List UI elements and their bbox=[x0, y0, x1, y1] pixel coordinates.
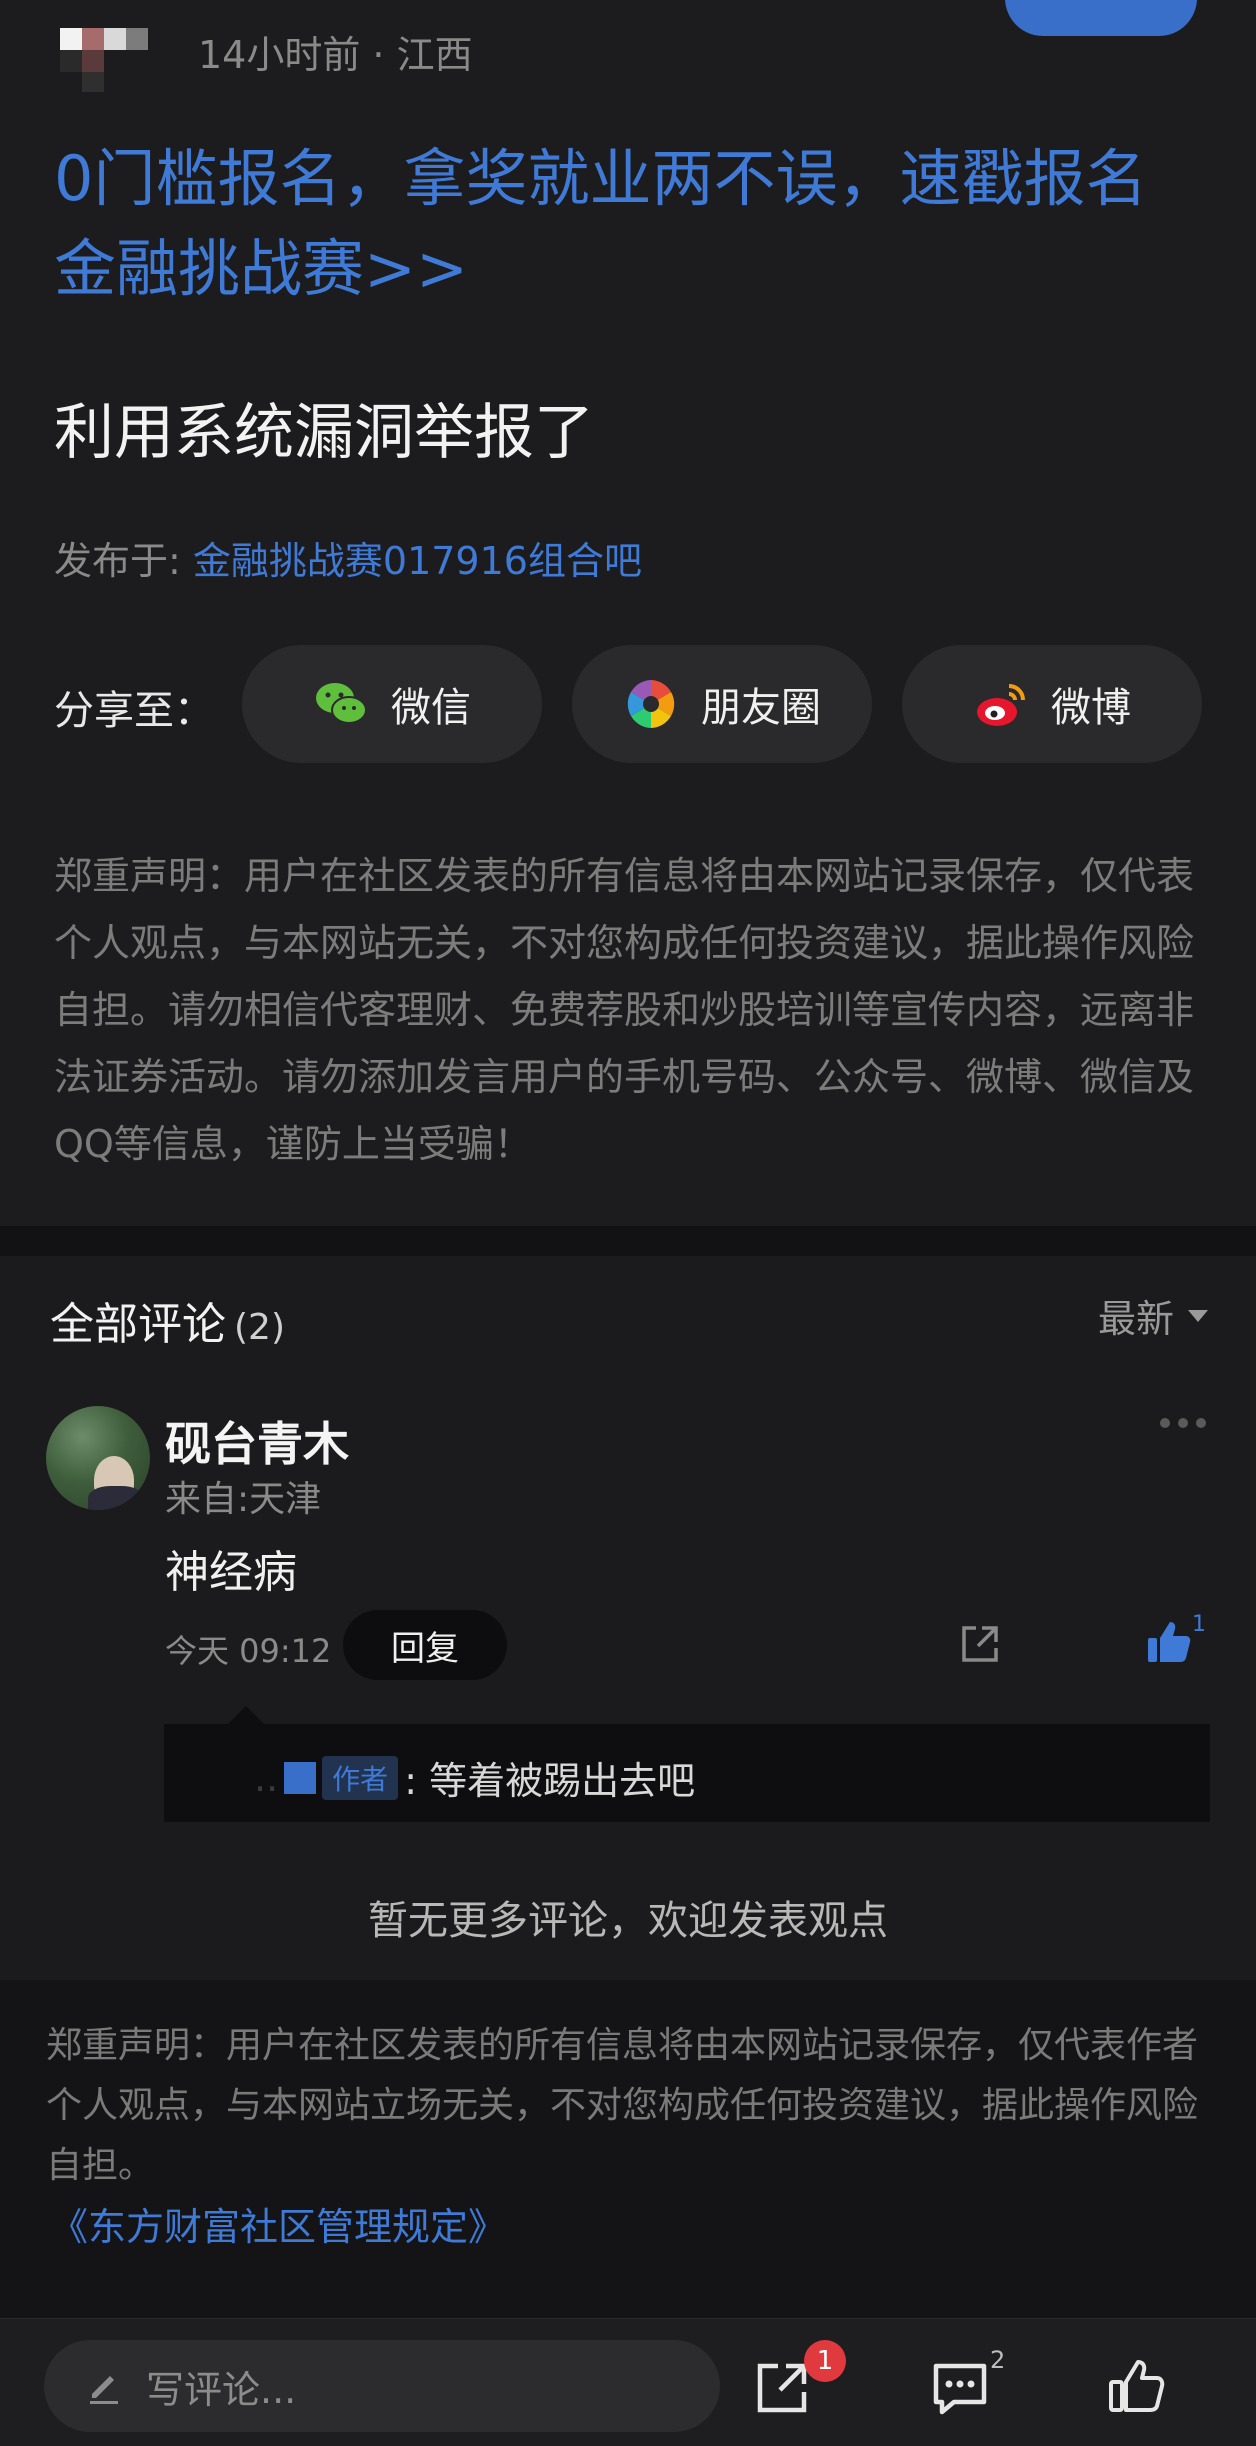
comment-time: 今天 09:12 bbox=[165, 1632, 332, 1670]
published-in: 发布于: 金融挑战赛017916组合吧 bbox=[54, 530, 642, 585]
wechat-icon bbox=[316, 683, 367, 724]
follow-button[interactable] bbox=[1005, 0, 1197, 36]
promo-link[interactable]: 0门槛报名，拿奖就业两不误，速戳报名金融挑战赛>> bbox=[54, 134, 1204, 314]
no-more-comments: 暂无更多评论，欢迎发表观点 bbox=[368, 1898, 888, 1944]
redacted-avatar bbox=[284, 1761, 317, 1794]
share-icon[interactable] bbox=[752, 2358, 812, 2418]
share-weibo-button[interactable]: 微博 bbox=[902, 645, 1202, 763]
author-avatar[interactable] bbox=[60, 28, 190, 92]
comment-count: 2 bbox=[990, 2346, 1006, 2374]
write-comment-placeholder: 写评论... bbox=[146, 2367, 297, 2412]
commenter-name[interactable]: 砚台青木 bbox=[165, 1408, 349, 1474]
avatar[interactable] bbox=[46, 1406, 150, 1510]
thumbs-up-icon[interactable] bbox=[1144, 1618, 1192, 1666]
published-bar-link[interactable]: 金融挑战赛017916组合吧 bbox=[193, 539, 642, 583]
reply-notch bbox=[228, 1706, 264, 1724]
share-weibo-label: 微博 bbox=[1051, 685, 1131, 731]
comments-count: (2) bbox=[234, 1307, 285, 1348]
moments-icon bbox=[627, 680, 675, 728]
footer-disclaimer: 郑重声明：用户在社区发表的所有信息将由本网站记录保存，仅代表作者个人观点，与本网… bbox=[46, 2025, 1199, 2186]
triangle-down-icon bbox=[1188, 1309, 1209, 1322]
weibo-icon bbox=[977, 684, 1025, 726]
thumbs-up-icon[interactable] bbox=[1106, 2356, 1166, 2416]
nested-reply: .. 作者 : 等着被踢出去吧 bbox=[254, 1750, 695, 1805]
share-badge: 1 bbox=[804, 2340, 846, 2382]
share-wechat-label: 微信 bbox=[391, 685, 471, 731]
share-moments-label: 朋友圈 bbox=[701, 685, 821, 731]
share-label: 分享至： bbox=[54, 688, 214, 734]
share-icon[interactable] bbox=[956, 1620, 1004, 1668]
commenter-location: 来自:天津 bbox=[165, 1479, 322, 1520]
reply-button[interactable]: 回复 bbox=[343, 1610, 507, 1680]
post-title: 利用系统漏洞举报了 bbox=[54, 398, 594, 468]
author-tag: 作者 bbox=[322, 1755, 399, 1800]
comments-section bbox=[0, 1256, 1256, 1980]
post-meta: 14小时前 · 江西 bbox=[198, 33, 473, 77]
write-comment-input[interactable]: 写评论... bbox=[44, 2340, 720, 2432]
blurred-username: .. bbox=[254, 1755, 279, 1800]
post-disclaimer: 郑重声明：用户在社区发表的所有信息将由本网站记录保存，仅代表个人观点，与本网站无… bbox=[54, 854, 1195, 1166]
comment-body: 神经病 bbox=[165, 1547, 297, 1598]
sort-label: 最新 bbox=[1098, 1297, 1175, 1341]
comment-icon[interactable] bbox=[930, 2358, 990, 2418]
comments-title: 全部评论 bbox=[50, 1299, 226, 1350]
share-moments-button[interactable]: 朋友圈 bbox=[572, 645, 872, 763]
published-prefix: 发布于: bbox=[54, 539, 193, 583]
like-count: 1 bbox=[1192, 1612, 1206, 1637]
comments-header: 全部评论 (2) bbox=[50, 1288, 285, 1352]
section-divider bbox=[0, 1226, 1256, 1256]
more-options-icon[interactable] bbox=[1160, 1418, 1206, 1428]
nested-reply-text: : 等着被踢出去吧 bbox=[404, 1759, 696, 1803]
pencil-icon bbox=[90, 2376, 118, 2404]
community-rules-link[interactable]: 《东方财富社区管理规定》 bbox=[50, 2196, 506, 2251]
share-wechat-button[interactable]: 微信 bbox=[242, 645, 542, 763]
sort-dropdown[interactable]: 最新 bbox=[1098, 1288, 1209, 1343]
